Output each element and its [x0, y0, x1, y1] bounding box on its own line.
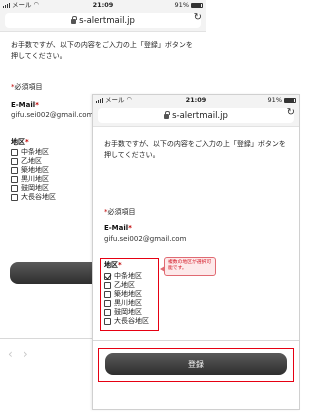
reload-icon[interactable]: ↻	[287, 105, 295, 120]
email-value: gifu.sei002@gmail.com	[104, 235, 187, 243]
lock-icon	[71, 16, 78, 24]
reload-icon[interactable]: ↻	[194, 10, 202, 25]
email-label-text: E-Mail	[104, 224, 129, 232]
checkbox[interactable]	[11, 149, 18, 156]
checkbox[interactable]	[11, 167, 18, 174]
battery-icon	[191, 2, 203, 8]
email-label-text: E-Mail	[11, 101, 36, 109]
browser-nav: ‹ ›	[8, 347, 28, 361]
required-note: *必須項目	[11, 82, 43, 93]
area-option[interactable]: 大長谷地区	[11, 193, 56, 202]
forward-arrow-icon[interactable]: ›	[23, 347, 28, 361]
checkbox[interactable]	[11, 176, 18, 183]
browser-address-bar: s-alertmail.jp ↻	[93, 105, 299, 127]
area-checklist: 中条地区 乙地区 築地地区 黒川地区 鼓岡地区 大長谷地区	[11, 148, 56, 202]
url-field[interactable]: s-alertmail.jp	[5, 13, 201, 28]
status-right: 91%	[175, 0, 203, 10]
footer-divider	[93, 340, 299, 341]
browser-address-bar: s-alertmail.jp ↻	[0, 10, 206, 32]
area-option-label: 大長谷地区	[21, 193, 56, 202]
lock-icon	[164, 111, 171, 119]
status-bar: メール ◠ 21:09 91%	[93, 95, 299, 105]
url-text: s-alertmail.jp	[172, 110, 228, 121]
intro-text: お手数ですが、以下の内容をご入力の上「登録」ボタンを押してください。	[104, 140, 286, 159]
url-field[interactable]: s-alertmail.jp	[98, 108, 294, 123]
back-arrow-icon[interactable]: ‹	[8, 347, 13, 361]
battery-icon	[284, 97, 296, 103]
required-mark: *	[35, 101, 39, 109]
status-bar: メール ◠ 21:09 91%	[0, 0, 206, 10]
checkbox[interactable]	[11, 158, 18, 165]
required-note: *必須項目	[104, 207, 136, 218]
area-highlight-box	[100, 258, 159, 331]
required-note-text: 必須項目	[107, 208, 136, 216]
required-mark: *	[128, 224, 132, 232]
multi-select-callout: 複数の地区が選択可能です。	[160, 257, 216, 276]
email-label: E-Mail*	[104, 223, 132, 234]
required-note-text: 必須項目	[14, 83, 43, 91]
battery-percent: 91%	[267, 96, 282, 104]
submit-button[interactable]: 登録	[105, 353, 287, 375]
checkbox[interactable]	[11, 185, 18, 192]
status-right: 91%	[268, 95, 296, 105]
area-label-text: 地区	[11, 138, 25, 146]
phone-screen-after: メール ◠ 21:09 91% s-alertmail.jp ↻ お手数ですが、…	[92, 94, 300, 410]
intro-text: お手数ですが、以下の内容をご入力の上「登録」ボタンを押してください。	[11, 41, 193, 60]
battery-percent: 91%	[174, 1, 189, 9]
required-mark: *	[25, 138, 29, 146]
checkbox[interactable]	[11, 194, 18, 201]
url-text: s-alertmail.jp	[79, 15, 135, 26]
email-value: gifu.sei002@gmail.com	[11, 111, 94, 119]
